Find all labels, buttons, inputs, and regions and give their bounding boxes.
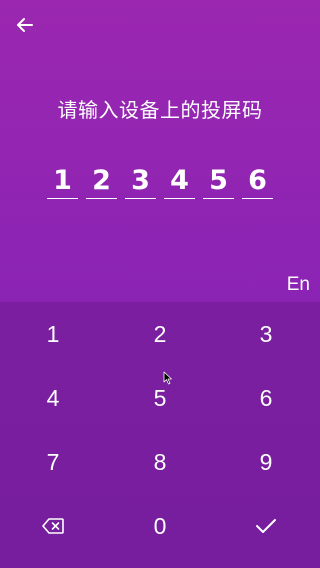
confirm-button[interactable]	[213, 494, 319, 558]
key-9[interactable]: 9	[213, 430, 319, 494]
key-4[interactable]: 4	[0, 366, 106, 430]
delete-button[interactable]	[0, 494, 106, 558]
key-0[interactable]: 0	[107, 494, 213, 558]
code-digit-4: 4	[164, 160, 195, 199]
cast-code-display: 1 2 3 4 5 6	[47, 160, 273, 200]
language-toggle-button[interactable]: En	[287, 274, 310, 296]
key-3[interactable]: 3	[213, 302, 319, 366]
code-digit-2: 2	[86, 160, 117, 199]
mouse-pointer-icon	[163, 371, 172, 385]
code-digit-5: 5	[203, 160, 234, 199]
code-digit-1: 1	[47, 160, 78, 199]
key-7[interactable]: 7	[0, 430, 106, 494]
arrow-left-icon	[17, 18, 33, 32]
back-button[interactable]	[12, 12, 38, 38]
key-8[interactable]: 8	[107, 430, 213, 494]
key-1[interactable]: 1	[0, 302, 106, 366]
key-5[interactable]: 5	[107, 366, 213, 430]
header-area: 请输入设备上的投屏码 1 2 3 4 5 6 En	[0, 0, 320, 302]
key-2[interactable]: 2	[107, 302, 213, 366]
backspace-icon	[42, 518, 64, 534]
checkmark-icon	[256, 519, 276, 533]
numeric-keypad: 1 2 3 4 5 6 7 8 9 0	[0, 302, 320, 568]
screen: 请输入设备上的投屏码 1 2 3 4 5 6 En 1 2 3 4 5 6 7 …	[0, 0, 320, 568]
code-digit-3: 3	[125, 160, 156, 199]
key-6[interactable]: 6	[213, 366, 319, 430]
code-digit-6: 6	[242, 160, 273, 199]
page-title: 请输入设备上的投屏码	[57, 98, 263, 122]
